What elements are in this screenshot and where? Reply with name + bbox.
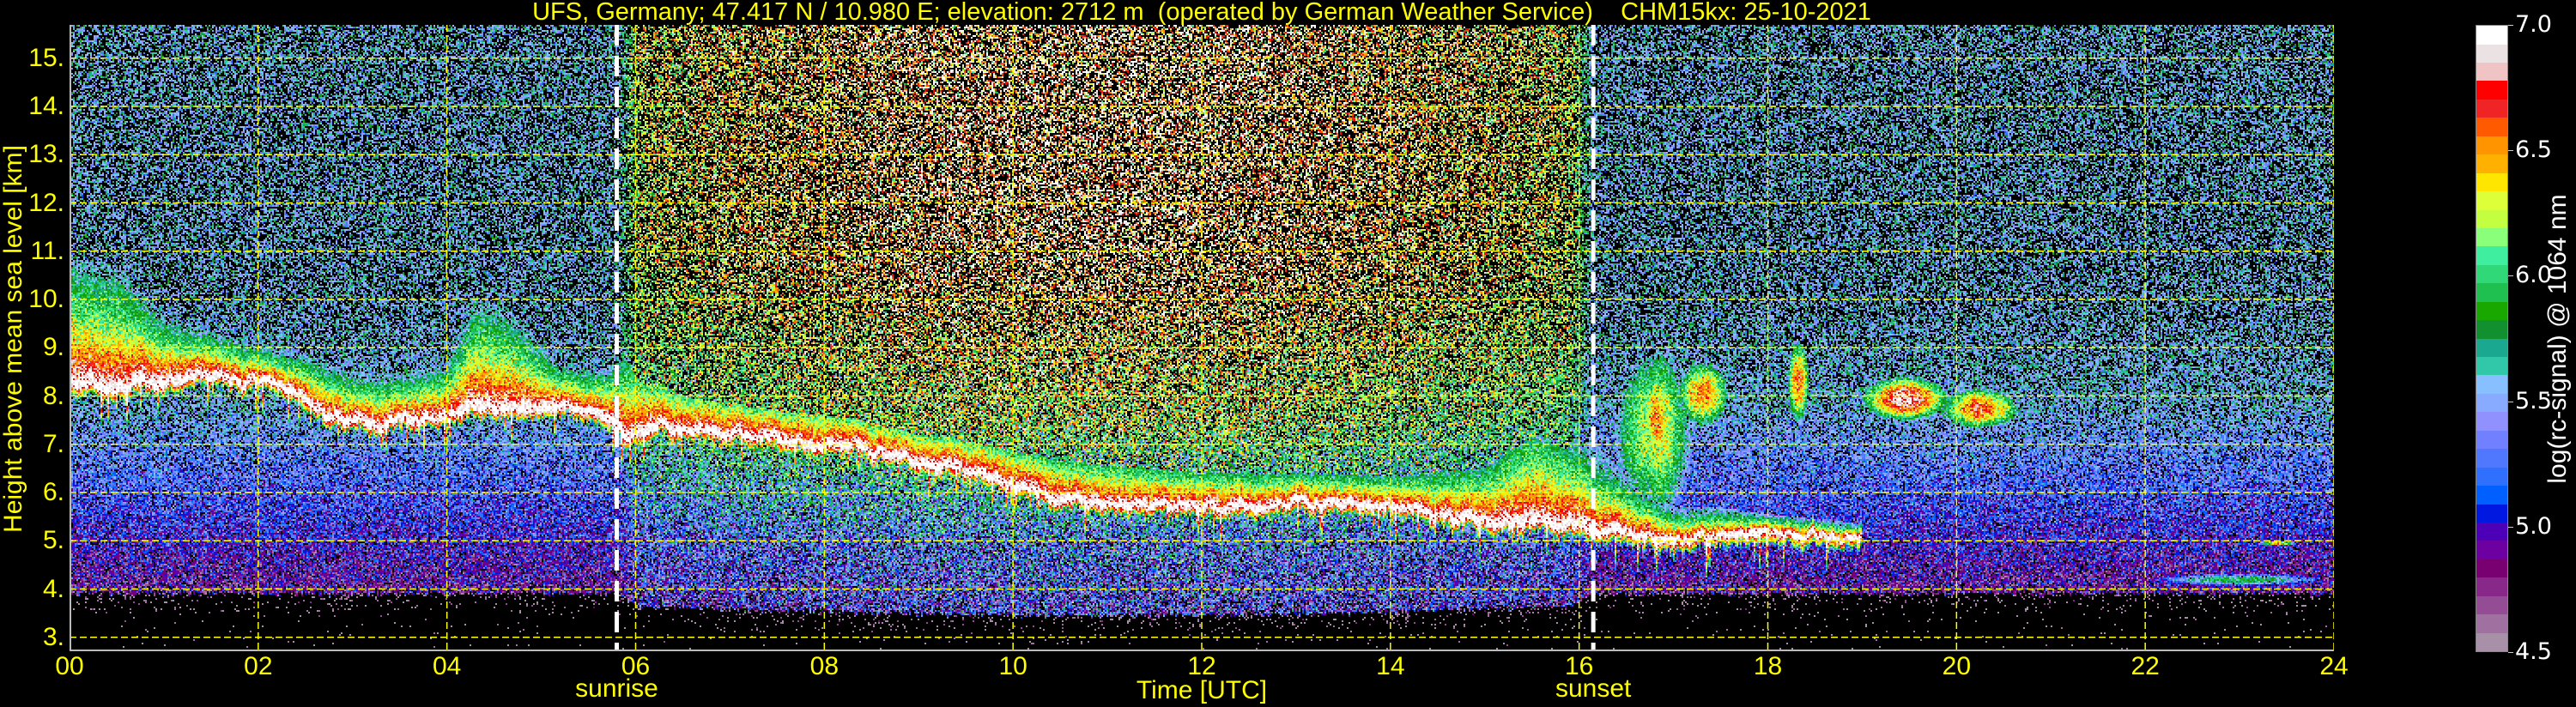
colorbar-band [2476,577,2507,596]
x-tick-label: 24 [2319,652,2349,680]
colorbar-tick-mark [2508,150,2513,152]
colorbar-band [2476,26,2507,45]
plot-overlay [70,25,2334,651]
colorbar-band [2476,301,2507,321]
colorbar-band [2476,614,2507,633]
colorbar-tick-mark [2508,652,2513,653]
colorbar-band [2476,430,2507,450]
sunset-label: sunset [1555,674,1632,703]
colorbar-band [2476,209,2507,228]
colorbar-band [2476,136,2507,155]
colorbar-band [2476,320,2507,339]
x-tick-label: 08 [809,652,839,680]
colorbar-band [2476,595,2507,615]
colorbar-band [2476,486,2507,505]
colorbar-band [2476,264,2507,284]
x-tick-label: 10 [998,652,1027,680]
colorbar-band [2476,246,2507,265]
colorbar-band [2476,357,2507,376]
y-tick-label: 5. [42,526,64,555]
colorbar-tick-label: 4.5 [2515,638,2552,665]
x-tick-label: 04 [432,652,462,680]
colorbar-band [2476,81,2507,100]
y-tick-label: 7. [42,429,64,458]
y-tick-label: 3. [42,622,64,651]
colorbar-band [2476,412,2507,431]
colorbar-band [2476,541,2507,559]
plot-area [70,25,2334,651]
y-tick-label: 12. [28,188,64,217]
colorbar-band [2476,154,2507,173]
x-tick-label: 22 [2131,652,2160,680]
x-tick-label: 18 [1753,652,1783,680]
colorbar-tick-label: 6.5 [2515,136,2552,164]
y-tick-label: 4. [42,574,64,603]
x-tick-label: 14 [1376,652,1405,680]
colorbar-band [2476,632,2507,651]
colorbar-tick-mark [2508,25,2513,26]
colorbar-band [2476,63,2507,82]
colorbar-tick-mark [2508,526,2513,528]
x-tick-label: 20 [1942,652,1972,680]
x-tick-label: 02 [244,652,273,680]
colorbar-band [2476,504,2507,523]
sunrise-label: sunrise [575,674,658,703]
colorbar-band [2476,338,2507,357]
colorbar-band [2476,172,2507,192]
colorbar-tick-label: 7.0 [2515,11,2552,38]
x-axis-label: Time [UTC] [1136,676,1268,704]
colorbar-band [2476,44,2507,63]
y-tick-label: 10. [28,285,64,314]
colorbar-band [2476,191,2507,210]
colorbar-band [2476,118,2507,136]
colorbar-band [2476,522,2507,541]
y-tick-label: 6. [42,478,64,507]
colorbar-tick-mark [2508,275,2513,277]
y-tick-label: 14. [28,92,64,121]
y-tick-label: 8. [42,381,64,410]
colorbar-tick-label: 5.0 [2515,512,2552,540]
y-tick-label: 9. [42,333,64,362]
y-tick-label: 15. [28,43,64,72]
y-axis-label: Height above mean sea level [km] [0,145,27,533]
colorbar-band [2476,467,2507,486]
colorbar-band [2476,559,2507,578]
colorbar [2476,25,2508,652]
colorbar-band [2476,375,2507,394]
x-tick-label: 00 [55,652,84,680]
y-tick-label: 13. [28,140,64,169]
colorbar-band [2476,449,2507,468]
colorbar-band [2476,393,2507,413]
chart-title: UFS, Germany; 47.417 N / 10.980 E; eleva… [532,0,1871,26]
colorbar-band [2476,99,2507,118]
colorbar-band [2476,283,2507,302]
colorbar-label: log(rc-signal) @ 1064 nm [2543,194,2572,484]
y-tick-label: 11. [30,236,64,265]
colorbar-band [2476,227,2507,247]
